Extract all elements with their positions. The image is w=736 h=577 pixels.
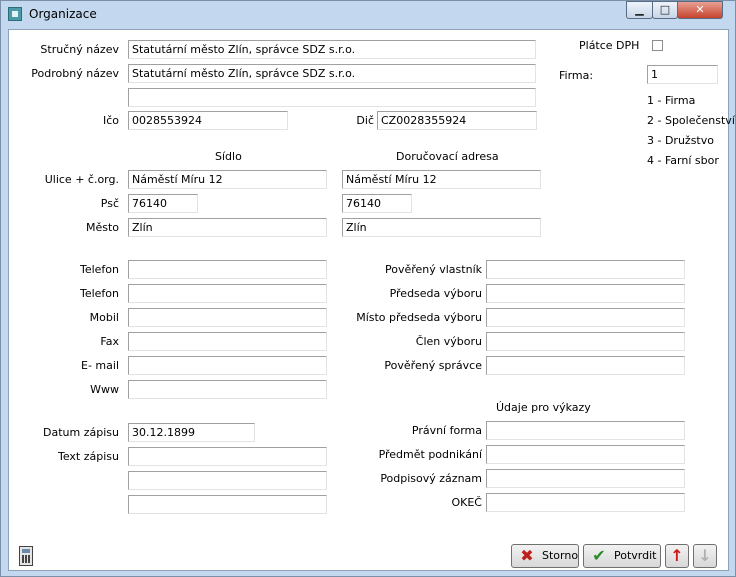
fax-input[interactable] [128, 332, 327, 351]
pravni-forma-input[interactable] [486, 421, 685, 440]
telefon-2-label: Telefon [79, 287, 119, 300]
storno-button[interactable]: ✖ Storno [511, 544, 579, 568]
okec-input[interactable] [486, 493, 685, 512]
povereny-vlastnik-input[interactable] [486, 260, 685, 279]
ulice-doruc-input[interactable]: Náměstí Míru 12 [342, 170, 541, 189]
move-up-button[interactable]: ↑ [665, 544, 689, 568]
psc-sidlo-input[interactable]: 76140 [128, 194, 198, 213]
dic-label: Dič [356, 114, 374, 127]
misto-predseda-label: Místo předseda výboru [356, 311, 482, 324]
firma-option: 4 - Farní sbor [647, 154, 719, 167]
firma-option: 1 - Firma [647, 94, 696, 107]
mesto-doruc-input[interactable]: Zlín [342, 218, 541, 237]
misto-predseda-input[interactable] [486, 308, 685, 327]
predmet-podnikani-label: Předmět podnikání [378, 448, 482, 461]
povereny-spravce-label: Pověřený správce [384, 359, 482, 372]
predmet-podnikani-input[interactable] [486, 445, 685, 464]
arrow-up-icon: ↑ [670, 546, 684, 565]
platce-dph-label: Plátce DPH [579, 39, 640, 52]
x-icon: ✖ [520, 546, 534, 565]
predseda-vyboru-input[interactable] [486, 284, 685, 303]
povereny-vlastnik-label: Pověřený vlastník [384, 263, 482, 276]
podrobny-nazev-input-2[interactable] [128, 88, 536, 107]
mobil-input[interactable] [128, 308, 327, 327]
povereny-spravce-input[interactable] [486, 356, 685, 375]
telefon-label: Telefon [79, 263, 119, 276]
podpisovy-zaznam-label: Podpisový záznam [380, 472, 482, 485]
text-zapisu-input-2[interactable] [128, 471, 327, 490]
firma-option: 2 - Společenství [647, 114, 735, 127]
www-label: Www [90, 383, 119, 396]
telefon-2-input[interactable] [128, 284, 327, 303]
psc-doruc-input[interactable]: 76140 [342, 194, 412, 213]
calculator-icon[interactable] [19, 546, 33, 566]
datum-zapisu-input[interactable]: 30.12.1899 [128, 423, 255, 442]
sidlo-header: Sídlo [215, 150, 242, 163]
mobil-label: Mobil [89, 311, 119, 324]
mesto-label: Město [85, 221, 119, 234]
storno-label: Storno [542, 549, 579, 562]
fax-label: Fax [100, 335, 119, 348]
strucny-nazev-label: Stručný název [40, 43, 119, 56]
podrobny-nazev-label: Podrobný název [31, 67, 119, 80]
title-bar[interactable]: Organizace ▁ □ ✕ [1, 1, 735, 28]
dic-input[interactable]: CZ0028355924 [377, 111, 537, 130]
datum-zapisu-label: Datum zápisu [43, 426, 119, 439]
firma-label: Firma: [559, 69, 594, 82]
psc-label: Psč [100, 197, 119, 210]
checkmark-icon: ✔ [592, 546, 606, 565]
window-title: Organizace [29, 7, 97, 21]
ulice-sidlo-input[interactable]: Náměstí Míru 12 [128, 170, 327, 189]
potvrdit-button[interactable]: ✔ Potvrdit [583, 544, 661, 568]
podpisovy-zaznam-input[interactable] [486, 469, 685, 488]
app-form-icon [8, 7, 22, 21]
text-zapisu-label: Text zápisu [58, 450, 119, 463]
clen-vyboru-label: Člen výboru [415, 335, 482, 348]
firma-input[interactable]: 1 [647, 65, 718, 84]
minimize-button[interactable]: ▁ [626, 1, 653, 19]
organizace-window: Organizace ▁ □ ✕ Stručný název Statutárn… [0, 0, 736, 577]
form-panel: Stručný název Statutární město Zlín, spr… [8, 29, 735, 571]
telefon-input[interactable] [128, 260, 327, 279]
platce-dph-checkbox[interactable] [652, 40, 663, 51]
strucny-nazev-input[interactable]: Statutární město Zlín, správce SDZ s.r.o… [128, 40, 536, 59]
predseda-vyboru-label: Předseda výboru [389, 287, 482, 300]
potvrdit-label: Potvrdit [614, 549, 657, 562]
firma-option: 3 - Družstvo [647, 134, 714, 147]
text-zapisu-input-3[interactable] [128, 495, 327, 514]
move-down-button[interactable]: ↓ [693, 544, 717, 568]
okec-label: OKEČ [451, 496, 482, 509]
ulice-label: Ulice + č.org. [44, 173, 119, 186]
mesto-sidlo-input[interactable]: Zlín [128, 218, 327, 237]
www-input[interactable] [128, 380, 327, 399]
pravni-forma-label: Právní forma [411, 424, 482, 437]
udaje-header: Údaje pro výkazy [496, 401, 591, 414]
email-input[interactable] [128, 356, 327, 375]
ico-label: Ičo [102, 114, 119, 127]
maximize-button[interactable]: □ [652, 1, 678, 19]
close-button[interactable]: ✕ [677, 1, 723, 19]
ico-input[interactable]: 0028553924 [128, 111, 288, 130]
dorucovaci-header: Doručovací adresa [396, 150, 499, 163]
email-label: E- mail [81, 359, 119, 372]
text-zapisu-input[interactable] [128, 447, 327, 466]
clen-vyboru-input[interactable] [486, 332, 685, 351]
podrobny-nazev-input[interactable]: Statutární město Zlín, správce SDZ s.r.o… [128, 64, 536, 83]
arrow-down-icon: ↓ [698, 546, 712, 565]
